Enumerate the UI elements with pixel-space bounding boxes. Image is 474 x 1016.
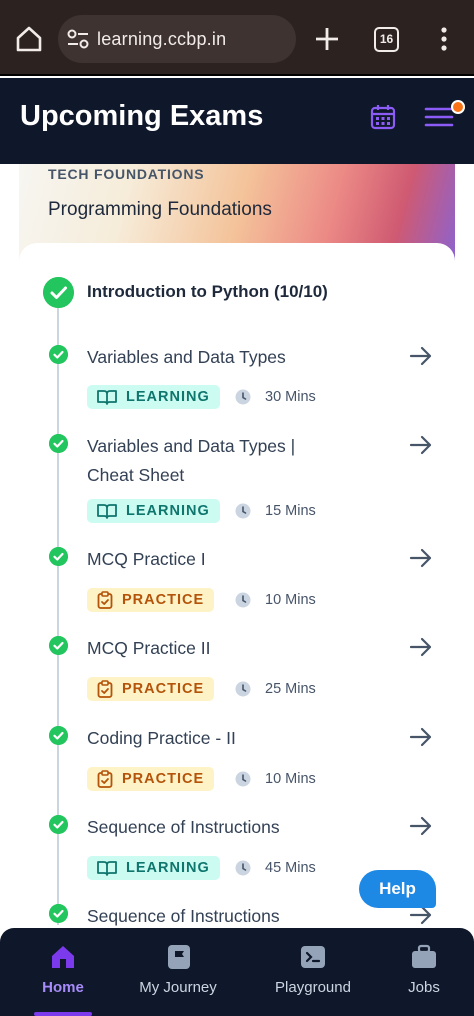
clipboard-check-icon — [97, 591, 113, 609]
menu-icon[interactable] — [424, 104, 454, 130]
address-bar[interactable]: learning.ccbp.in — [58, 15, 296, 63]
arrow-right-icon[interactable] — [408, 726, 434, 748]
item-name: MCQ Practice I — [87, 549, 206, 569]
type-badge: LEARNING — [87, 856, 220, 880]
home-icon — [52, 946, 74, 968]
clock-icon — [235, 389, 251, 405]
type-label: PRACTICE — [122, 771, 205, 787]
check-circle-icon — [49, 434, 68, 453]
check-circle-icon — [49, 547, 68, 566]
arrow-right-icon[interactable] — [408, 815, 434, 837]
notification-dot — [451, 100, 465, 114]
app-header: Upcoming Exams — [0, 78, 474, 164]
clock-icon — [235, 503, 251, 519]
clock-icon — [235, 771, 251, 787]
page-title: Upcoming Exams — [20, 100, 264, 132]
nav-label: Home — [42, 979, 84, 996]
nav-my-journey[interactable]: My Journey — [128, 928, 228, 1016]
duration: 25 Mins — [265, 681, 316, 697]
more-vertical-icon[interactable] — [432, 24, 456, 54]
arrow-right-icon[interactable] — [408, 345, 434, 367]
type-label: LEARNING — [126, 860, 210, 876]
clock-icon — [235, 681, 251, 697]
nav-label: Playground — [275, 979, 351, 996]
nav-home[interactable]: Home — [30, 928, 96, 1016]
calendar-icon[interactable] — [370, 104, 396, 130]
section-title[interactable]: Introduction to Python (10/10) — [87, 282, 328, 302]
nav-playground[interactable]: Playground — [264, 928, 362, 1016]
course-name: Programming Foundations — [48, 199, 272, 220]
book-open-icon — [97, 861, 117, 876]
duration: 15 Mins — [265, 503, 316, 519]
duration: 45 Mins — [265, 860, 316, 876]
item-name: Sequence of Instructions — [87, 817, 280, 837]
plus-icon[interactable] — [312, 24, 342, 54]
browser-toolbar: learning.ccbp.in 16 — [0, 0, 474, 76]
item-name: Variables and Data Types — [87, 347, 286, 367]
duration: 30 Mins — [265, 389, 316, 405]
type-badge: PRACTICE — [87, 677, 215, 701]
duration: 10 Mins — [265, 592, 316, 608]
terminal-icon — [301, 946, 325, 968]
clipboard-check-icon — [97, 680, 113, 698]
type-label: LEARNING — [126, 503, 210, 519]
nav-label: My Journey — [139, 979, 217, 996]
arrow-right-icon[interactable] — [408, 636, 434, 658]
type-badge: PRACTICE — [87, 588, 215, 612]
check-circle-icon — [49, 904, 68, 923]
duration: 10 Mins — [265, 771, 316, 787]
check-circle-icon — [43, 277, 74, 308]
type-label: PRACTICE — [122, 592, 205, 608]
check-circle-icon — [49, 726, 68, 745]
check-circle-icon — [49, 636, 68, 655]
clock-icon — [235, 860, 251, 876]
type-badge: LEARNING — [87, 385, 220, 409]
help-button[interactable]: Help — [359, 870, 436, 908]
clipboard-check-icon — [97, 770, 113, 788]
nav-jobs[interactable]: Jobs — [396, 928, 452, 1016]
tab-switcher-button[interactable]: 16 — [374, 27, 399, 52]
type-label: LEARNING — [126, 389, 210, 405]
check-circle-icon — [49, 345, 68, 364]
tune-icon[interactable] — [66, 28, 90, 50]
course-tag: TECH FOUNDATIONS — [48, 166, 205, 182]
type-badge: PRACTICE — [87, 767, 215, 791]
home-icon[interactable] — [14, 24, 44, 54]
briefcase-icon — [412, 944, 436, 968]
item-name: MCQ Practice II — [87, 638, 211, 658]
active-tab-indicator — [34, 1012, 92, 1016]
bottom-navigation: Home My Journey Playground Jobs — [0, 928, 474, 1016]
book-open-icon — [97, 390, 117, 405]
check-circle-icon — [49, 815, 68, 834]
item-name: Sequence of Instructions — [87, 906, 280, 926]
item-name: Coding Practice - II — [87, 728, 236, 748]
type-label: PRACTICE — [122, 681, 205, 697]
type-badge: LEARNING — [87, 499, 220, 523]
url-text: learning.ccbp.in — [97, 29, 227, 49]
book-open-icon — [97, 504, 117, 519]
clock-icon — [235, 592, 251, 608]
arrow-right-icon[interactable] — [408, 547, 434, 569]
arrow-right-icon[interactable] — [408, 434, 434, 456]
nav-label: Jobs — [408, 979, 440, 996]
item-name: Variables and Data Types | Cheat Sheet — [87, 436, 296, 485]
flag-icon — [168, 945, 190, 969]
